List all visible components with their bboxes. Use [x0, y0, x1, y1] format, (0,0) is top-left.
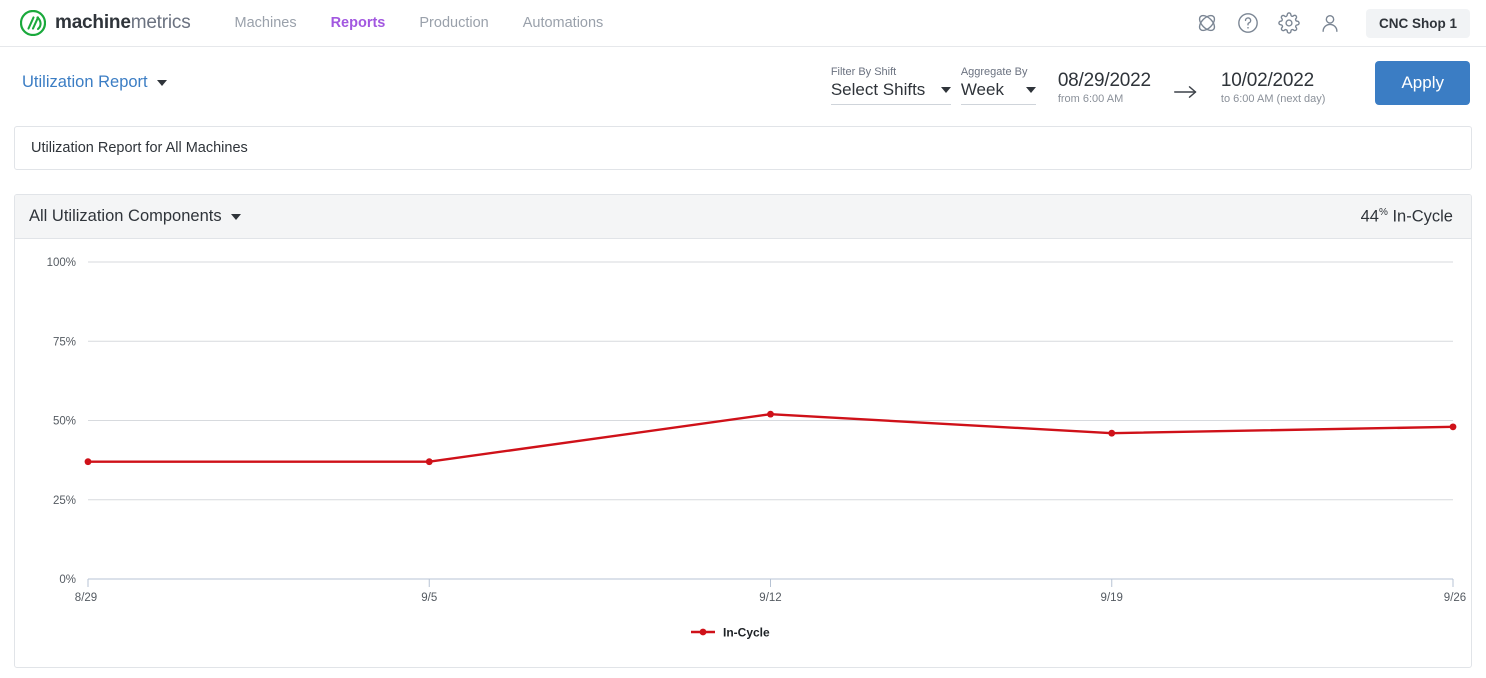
utilization-components-selector[interactable]: All Utilization Components — [29, 207, 241, 226]
in-cycle-metric-value: 44 — [1361, 207, 1379, 225]
chevron-down-icon — [157, 80, 167, 86]
in-cycle-metric: 44% In-Cycle — [1361, 207, 1453, 227]
date-to-note: to 6:00 AM (next day) — [1221, 93, 1326, 105]
aggregate-filter-label: Aggregate By — [961, 65, 1036, 79]
series-data-point[interactable] — [426, 458, 433, 465]
report-title-text: Utilization Report for All Machines — [31, 140, 248, 156]
y-axis-tick-label: 25% — [53, 495, 76, 507]
report-title-card: Utilization Report for All Machines — [14, 126, 1472, 170]
chevron-down-icon — [1026, 87, 1036, 93]
report-type-selector[interactable]: Utilization Report — [22, 73, 167, 92]
atom-icon[interactable] — [1196, 12, 1218, 34]
in-cycle-metric-label: In-Cycle — [1388, 207, 1453, 225]
x-axis-tick-label: 9/26 — [1444, 592, 1466, 604]
top-navigation-bar: machinemetrics Machines Reports Producti… — [0, 0, 1486, 47]
filter-controls: Filter By Shift Select Shifts Aggregate … — [831, 61, 1470, 105]
arrow-right-icon — [1173, 83, 1199, 101]
shop-selector-badge[interactable]: CNC Shop 1 — [1366, 9, 1470, 38]
shift-filter-value: Select Shifts — [831, 80, 926, 100]
user-icon[interactable] — [1319, 12, 1341, 34]
shift-filter: Filter By Shift Select Shifts — [831, 65, 951, 105]
nav-item-reports[interactable]: Reports — [331, 15, 386, 31]
chart-canvas: 0% 25% 50% 75% 100% 8/29 9/5 9/12 9/19 9/26 In-C… — [15, 239, 1471, 667]
chart-panel-header: All Utilization Components 44% In-Cycle — [15, 195, 1471, 239]
shift-filter-select[interactable]: Select Shifts — [831, 80, 951, 105]
aggregate-filter-select[interactable]: Week — [961, 80, 1036, 105]
help-circle-icon[interactable] — [1237, 12, 1259, 34]
chevron-down-icon — [231, 214, 241, 220]
utilization-chart-panel: All Utilization Components 44% In-Cycle … — [14, 194, 1472, 668]
chart-x-axis-labels: 8/29 9/5 9/12 9/19 9/26 — [75, 592, 1466, 604]
chart-gridlines — [88, 262, 1453, 500]
shift-filter-label: Filter By Shift — [831, 65, 951, 79]
x-axis-tick-label: 9/12 — [759, 592, 781, 604]
nav-item-production[interactable]: Production — [419, 15, 488, 31]
main-nav: Machines Reports Production Automations — [235, 15, 604, 31]
series-data-point[interactable] — [85, 458, 92, 465]
utilization-components-label: All Utilization Components — [29, 207, 222, 226]
date-from-note: from 6:00 AM — [1058, 93, 1123, 105]
series-data-point[interactable] — [1450, 423, 1457, 430]
chevron-down-icon — [941, 87, 951, 93]
chart-x-axis — [88, 579, 1453, 587]
series-line-in-cycle — [88, 414, 1453, 462]
gear-icon[interactable] — [1278, 12, 1300, 34]
in-cycle-metric-unit: % — [1379, 207, 1388, 218]
report-filter-bar: Utilization Report Filter By Shift Selec… — [0, 47, 1486, 118]
brand-name: machinemetrics — [55, 12, 191, 34]
aggregate-filter-value: Week — [961, 80, 1004, 100]
x-axis-tick-label: 9/5 — [421, 592, 437, 604]
aggregate-filter: Aggregate By Week — [961, 65, 1036, 105]
brand-logo[interactable]: machinemetrics — [20, 10, 191, 36]
nav-item-automations[interactable]: Automations — [523, 15, 604, 31]
legend-label[interactable]: In-Cycle — [723, 626, 770, 640]
report-type-label: Utilization Report — [22, 73, 148, 92]
chart-y-axis-labels: 0% 25% 50% 75% 100% — [47, 257, 76, 586]
y-axis-tick-label: 0% — [59, 574, 76, 586]
y-axis-tick-label: 75% — [53, 336, 76, 348]
chart-legend: In-Cycle — [691, 626, 770, 640]
apply-button[interactable]: Apply — [1375, 61, 1470, 105]
series-data-point[interactable] — [1108, 430, 1115, 437]
x-axis-tick-label: 9/19 — [1101, 592, 1123, 604]
nav-item-machines[interactable]: Machines — [235, 15, 297, 31]
series-data-point[interactable] — [767, 411, 774, 418]
chart-series — [85, 411, 1457, 465]
machinemetrics-logo-icon — [20, 10, 46, 36]
date-to-picker[interactable]: 10/02/2022 to 6:00 AM (next day) — [1221, 70, 1326, 105]
nav-utility-icons: CNC Shop 1 — [1196, 9, 1470, 38]
x-axis-tick-label: 8/29 — [75, 592, 97, 604]
y-axis-tick-label: 50% — [53, 416, 76, 428]
date-from-picker[interactable]: 08/29/2022 from 6:00 AM — [1058, 70, 1151, 105]
date-from-value: 08/29/2022 — [1058, 70, 1151, 92]
y-axis-tick-label: 100% — [47, 257, 76, 269]
line-chart: 0% 25% 50% 75% 100% 8/29 9/5 9/12 9/19 9/26 In-C… — [15, 239, 1471, 667]
date-to-value: 10/02/2022 — [1221, 70, 1314, 92]
